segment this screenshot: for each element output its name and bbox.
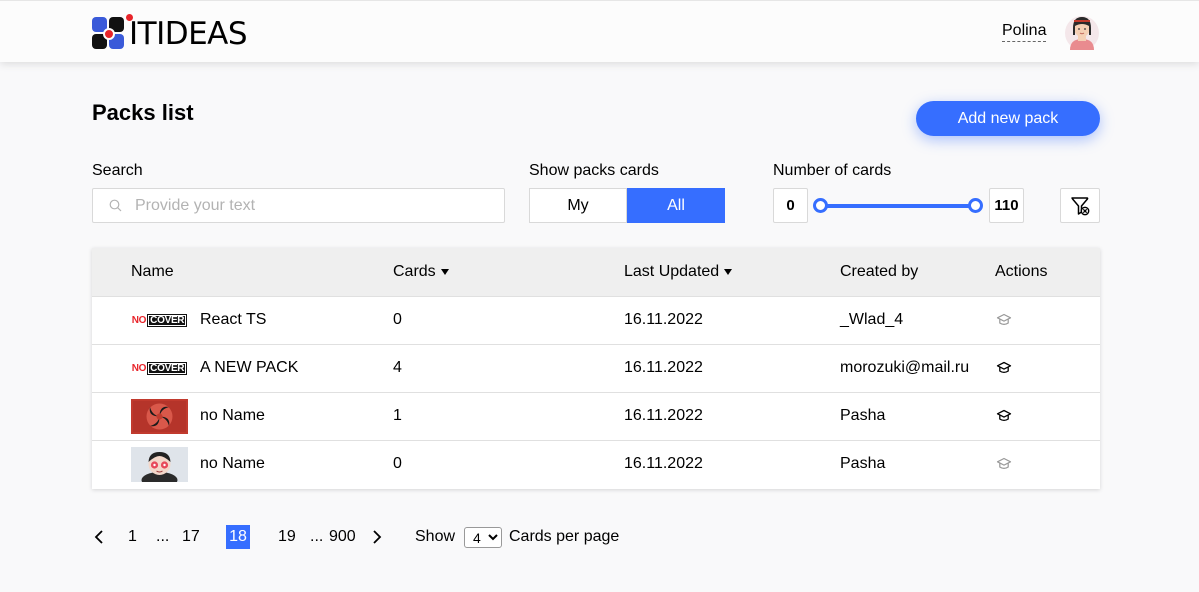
- pack-cover-image: [131, 399, 188, 434]
- show-label: Show: [415, 528, 456, 545]
- page-title: Packs list: [92, 100, 194, 125]
- sort-down-icon: [440, 269, 449, 275]
- toggle-my-button[interactable]: My: [529, 188, 627, 223]
- pack-cards-count: 1: [393, 407, 402, 424]
- pack-cover-image: NO COVER: [131, 303, 188, 338]
- pack-cover-image: NO COVER: [131, 351, 188, 386]
- range-slider-max-handle[interactable]: [968, 198, 983, 213]
- logo-dot: [126, 14, 133, 21]
- my-all-toggle: My All: [529, 188, 725, 223]
- pack-cards-count: 0: [393, 455, 402, 472]
- pack-name[interactable]: no Name: [200, 455, 265, 473]
- range-min-value: 0: [773, 188, 808, 223]
- pack-last-updated: 16.11.2022: [624, 455, 703, 472]
- filter-remove-icon: [1071, 196, 1090, 215]
- table-row[interactable]: NO COVER A NEW PACK 4 16.11.2022 morozuki…: [92, 344, 1100, 392]
- logo-text: ITIDEAS: [129, 16, 248, 52]
- pack-last-updated: 16.11.2022: [624, 311, 703, 328]
- page-19[interactable]: 19: [278, 527, 296, 547]
- add-new-pack-button[interactable]: Add new pack: [916, 101, 1100, 136]
- table-row[interactable]: no Name 0 16.11.2022 Pasha: [92, 440, 1100, 488]
- column-name: Name: [131, 263, 174, 280]
- page-17[interactable]: 17: [182, 527, 200, 547]
- search-icon: [109, 199, 122, 212]
- pack-name[interactable]: no Name: [200, 407, 265, 425]
- clear-filter-button[interactable]: [1060, 188, 1100, 223]
- page-ellipsis-right[interactable]: ...: [310, 527, 323, 547]
- pack-name[interactable]: React TS: [200, 311, 266, 329]
- pack-name[interactable]: A NEW PACK: [200, 359, 298, 377]
- learn-icon[interactable]: [996, 360, 1012, 376]
- show-packs-label: Show packs cards: [529, 162, 659, 179]
- logo-mark-icon: [92, 17, 126, 51]
- page-1[interactable]: 1: [128, 527, 137, 547]
- column-created-by: Created by: [840, 263, 919, 280]
- learn-icon[interactable]: [996, 312, 1012, 328]
- column-actions: Actions: [995, 263, 1048, 280]
- no-cover-badge: NO COVER: [132, 362, 188, 376]
- table-row[interactable]: no Name 1 16.11.2022 Pasha: [92, 392, 1100, 440]
- pack-created-by: Pasha: [840, 407, 886, 424]
- pack-created-by: morozuki@mail.ru: [840, 359, 970, 376]
- pack-created-by: _Wlad_4: [840, 311, 904, 328]
- no-cover-badge: NO COVER: [132, 314, 188, 328]
- pack-last-updated: 16.11.2022: [624, 359, 703, 376]
- search-input[interactable]: [135, 196, 475, 215]
- packs-table: Name Cards Last Updated Created by Actio…: [92, 248, 1100, 489]
- column-cards-sort[interactable]: Cards: [393, 263, 449, 281]
- avatar[interactable]: [1064, 13, 1100, 51]
- number-of-cards-label: Number of cards: [773, 162, 892, 179]
- toggle-all-button[interactable]: All: [627, 188, 725, 223]
- page-ellipsis-left[interactable]: ...: [156, 527, 169, 547]
- page-900[interactable]: 900: [329, 527, 356, 547]
- table-row[interactable]: NO COVER React TS 0 16.11.2022 _Wlad_4: [92, 296, 1100, 344]
- per-page-suffix: Cards per page: [509, 528, 620, 545]
- page-current[interactable]: 18: [226, 525, 250, 549]
- column-last-updated-sort[interactable]: Last Updated: [624, 263, 733, 281]
- logo[interactable]: ITIDEAS: [92, 14, 248, 52]
- learn-icon[interactable]: [996, 408, 1012, 424]
- pack-cards-count: 4: [393, 359, 402, 376]
- search-field: [92, 188, 505, 223]
- next-page-icon[interactable]: [372, 530, 382, 544]
- search-label: Search: [92, 162, 143, 179]
- app-header: ITIDEAS Polina: [0, 0, 1199, 62]
- prev-page-icon[interactable]: [94, 530, 104, 544]
- user-name[interactable]: Polina: [1002, 21, 1047, 42]
- pack-cards-count: 0: [393, 311, 402, 328]
- range-max-value: 110: [989, 188, 1024, 223]
- learn-icon[interactable]: [996, 456, 1012, 472]
- pack-created-by: Pasha: [840, 455, 886, 472]
- pack-last-updated: 16.11.2022: [624, 407, 703, 424]
- range-slider-min-handle[interactable]: [813, 198, 828, 213]
- pack-cover-image: [131, 447, 188, 482]
- range-slider-track[interactable]: [821, 204, 976, 208]
- sort-down-icon: [724, 269, 733, 275]
- table-header: Name Cards Last Updated Created by Actio…: [92, 248, 1100, 297]
- per-page-select[interactable]: 4: [464, 527, 502, 548]
